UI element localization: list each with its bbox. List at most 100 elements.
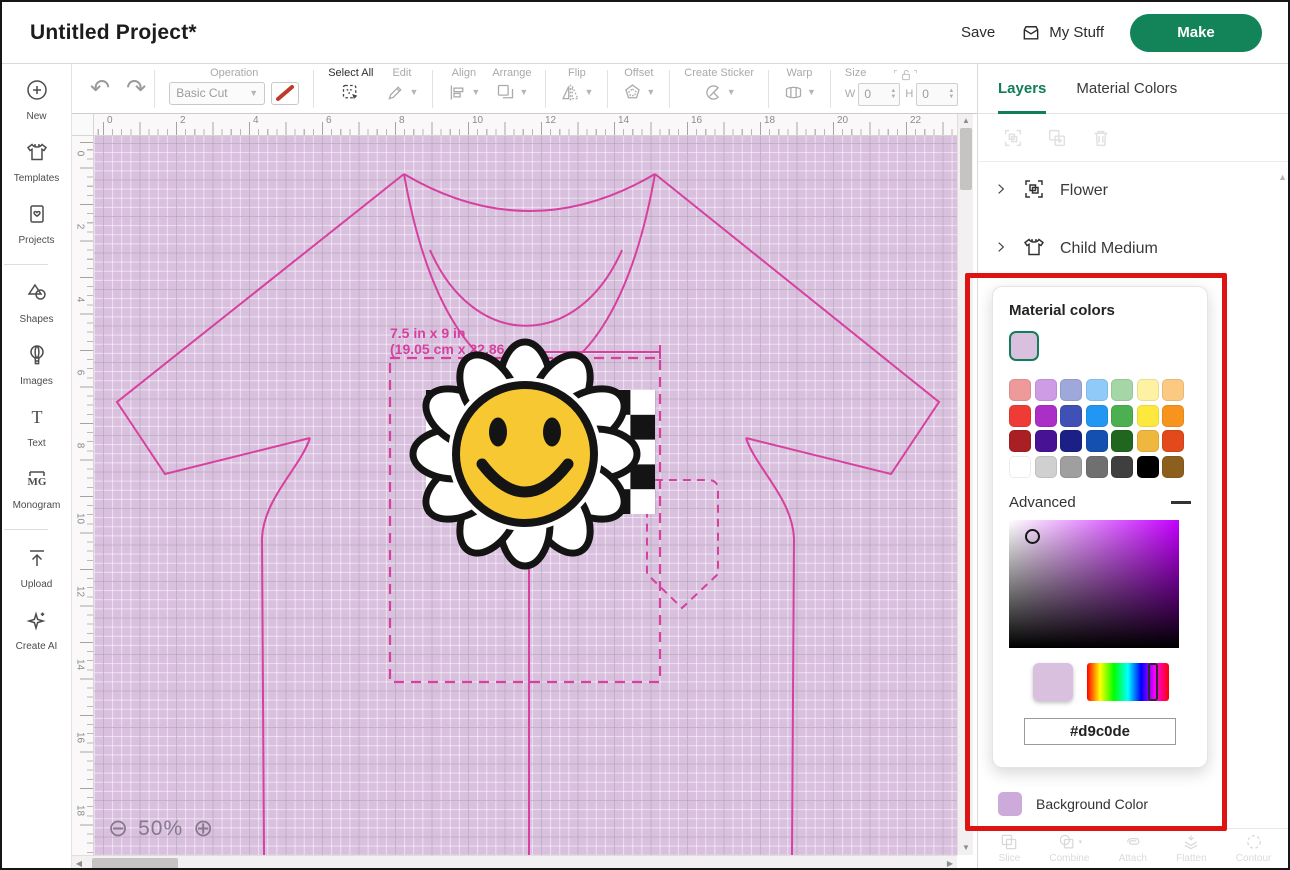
material-color-swatch[interactable]	[1162, 430, 1184, 452]
panel-scroll-up-arrow[interactable]: ▲	[1278, 172, 1287, 182]
material-color-swatch[interactable]	[1035, 430, 1057, 452]
flower-design[interactable]	[413, 342, 637, 566]
material-color-swatch[interactable]	[1060, 379, 1082, 401]
scroll-up-arrow[interactable]: ▲	[958, 114, 974, 128]
attach-button[interactable]: Attach	[1119, 832, 1147, 864]
group-icon[interactable]	[1002, 127, 1024, 149]
hex-color-input[interactable]	[1024, 718, 1176, 745]
undo-button[interactable]: ↶	[90, 77, 110, 101]
sidebar-item-new[interactable]: New	[4, 78, 70, 122]
sidebar-item-projects[interactable]: Projects	[4, 202, 70, 246]
contour-button[interactable]: Contour	[1236, 832, 1272, 864]
material-color-swatch[interactable]	[1009, 405, 1031, 427]
layer-row-child-medium[interactable]: Child Medium	[978, 220, 1290, 278]
pocket-outline	[647, 480, 718, 608]
sidebar-item-create-ai[interactable]: Create AI	[4, 608, 70, 652]
align-icon	[447, 82, 468, 103]
duplicate-icon[interactable]	[1046, 127, 1068, 149]
scroll-left-arrow[interactable]: ◀	[72, 856, 86, 870]
picker-cursor[interactable]	[1025, 529, 1040, 544]
slice-button[interactable]: Slice	[999, 832, 1021, 864]
operation-select[interactable]: Basic Cut▼	[169, 82, 265, 105]
material-color-swatch[interactable]	[1009, 456, 1031, 478]
material-color-swatch[interactable]	[1060, 405, 1082, 427]
width-stepper[interactable]: ▲▼	[858, 83, 900, 106]
chevron-right-icon[interactable]	[994, 182, 1008, 201]
app-window: Untitled Project* Save My Stuff Make New…	[0, 0, 1290, 870]
text-icon: T	[25, 405, 49, 434]
material-color-swatch[interactable]	[1060, 430, 1082, 452]
material-color-swatch[interactable]	[1086, 379, 1108, 401]
material-color-swatch[interactable]	[1162, 379, 1184, 401]
height-stepper[interactable]: ▲▼	[916, 83, 958, 106]
edit-button[interactable]: Edit ▼	[379, 66, 424, 112]
material-color-swatch[interactable]	[1162, 456, 1184, 478]
material-color-swatch[interactable]	[1035, 405, 1057, 427]
saturation-value-picker[interactable]	[1009, 520, 1179, 648]
sidebar-item-images[interactable]: Images	[4, 343, 70, 387]
advanced-collapse-button[interactable]	[1171, 501, 1191, 504]
save-button[interactable]: Save	[961, 24, 995, 41]
horizontal-scrollbar[interactable]: ◀ ▶	[72, 855, 957, 870]
height-input[interactable]	[917, 87, 943, 101]
material-color-swatch[interactable]	[1137, 456, 1159, 478]
sidebar-item-shapes[interactable]: Shapes	[4, 281, 70, 325]
material-color-swatch[interactable]	[1009, 430, 1031, 452]
sidebar-item-upload[interactable]: Upload	[4, 546, 70, 590]
horizontal-scroll-thumb[interactable]	[92, 858, 178, 870]
flip-button[interactable]: Flip ▼	[554, 66, 599, 112]
arrange-button[interactable]: Arrange ▼	[486, 66, 537, 112]
material-color-swatch[interactable]	[1086, 456, 1108, 478]
material-color-swatch[interactable]	[1086, 405, 1108, 427]
tab-layers[interactable]: Layers	[998, 64, 1046, 114]
v-ruler-label: 14	[75, 659, 86, 671]
redo-button[interactable]: ↷	[126, 77, 146, 101]
trash-icon[interactable]	[1090, 127, 1112, 149]
material-color-swatch[interactable]	[1086, 430, 1108, 452]
chevron-right-icon[interactable]	[994, 240, 1008, 259]
material-color-swatch[interactable]	[1111, 379, 1133, 401]
tab-material-colors[interactable]: Material Colors	[1076, 64, 1177, 114]
hue-slider-thumb[interactable]	[1148, 663, 1158, 701]
hue-slider[interactable]	[1087, 663, 1169, 701]
material-color-swatch[interactable]	[1060, 456, 1082, 478]
operation-group: Operation Basic Cut▼	[163, 66, 305, 112]
flatten-button[interactable]: Flatten	[1176, 832, 1207, 864]
vertical-scroll-thumb[interactable]	[960, 128, 972, 190]
scroll-down-arrow[interactable]: ▼	[958, 841, 974, 855]
material-color-swatch[interactable]	[1137, 405, 1159, 427]
width-input[interactable]	[859, 87, 885, 101]
material-color-swatch[interactable]	[1035, 379, 1057, 401]
vertical-scrollbar[interactable]: ▲ ▼	[957, 114, 973, 855]
sidebar-item-text[interactable]: TText	[4, 405, 70, 449]
material-color-swatch[interactable]	[1137, 379, 1159, 401]
select-all-button[interactable]: Select All	[322, 66, 379, 112]
svg-text:T: T	[31, 407, 42, 427]
layer-row-flower[interactable]: Flower	[978, 162, 1290, 220]
sidebar-item-monogram[interactable]: MGMonogram	[4, 467, 70, 511]
design-canvas[interactable]: 7.5 in x 9 in (19.05 cm x 22.86 cm) ⊖ 50…	[94, 136, 957, 855]
scroll-right-arrow[interactable]: ▶	[943, 856, 957, 870]
align-button[interactable]: Align ▼	[441, 66, 486, 112]
pen-color-swatch[interactable]	[271, 82, 299, 105]
material-color-swatch[interactable]	[1111, 456, 1133, 478]
make-button[interactable]: Make	[1130, 14, 1262, 52]
zoom-in-button[interactable]: ⊕	[193, 817, 213, 841]
warp-button[interactable]: Warp ▼	[777, 66, 822, 112]
my-stuff-button[interactable]: My Stuff	[1021, 23, 1104, 43]
material-color-swatch[interactable]	[1111, 405, 1133, 427]
lock-ratio-toggle[interactable]: ⌜ ⌝	[893, 67, 917, 83]
material-color-swatch[interactable]	[1009, 379, 1031, 401]
combine-button[interactable]: ▾Combine	[1049, 832, 1089, 864]
material-color-swatch[interactable]	[1111, 430, 1133, 452]
background-color-swatch[interactable]	[998, 792, 1022, 816]
zoom-out-button[interactable]: ⊖	[108, 817, 128, 841]
selected-material-color[interactable]	[1009, 331, 1039, 361]
material-color-swatch[interactable]	[1035, 456, 1057, 478]
background-color-row[interactable]: Background Color	[978, 780, 1290, 828]
sidebar-item-templates[interactable]: Templates	[4, 140, 70, 184]
material-color-swatch[interactable]	[1137, 430, 1159, 452]
offset-button[interactable]: Offset ▼	[616, 66, 661, 112]
create-sticker-button[interactable]: Create Sticker ▼	[678, 66, 760, 112]
material-color-swatch[interactable]	[1162, 405, 1184, 427]
